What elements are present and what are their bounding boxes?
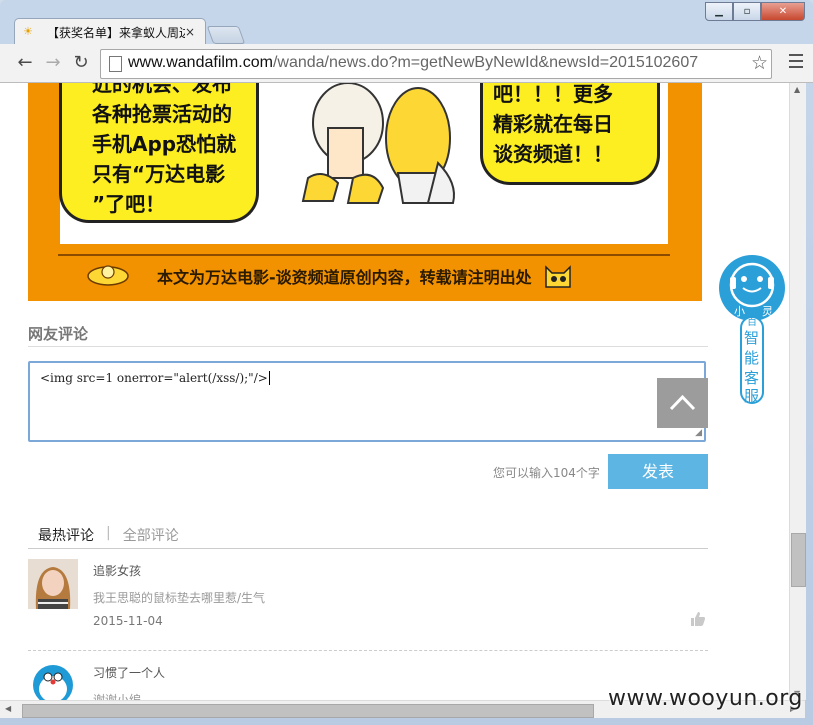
window-controls: ▁ ▫ ✕ [705, 2, 805, 21]
page-viewport: 近的机会、发布 各种抢票活动的 手机App恐怕就 只有“万达电影 ”了吧！ 吧！… [0, 83, 796, 700]
cartoon-characters-illustration [301, 83, 455, 204]
site-favicon-icon: ☀ [23, 25, 33, 38]
tab-close-icon[interactable]: × [185, 25, 199, 39]
comment-input-value: <img src=1 onerror="alert(/xss/);"/> [40, 371, 268, 385]
url-host: www.wandafilm.com [128, 54, 273, 71]
comment-divider [28, 650, 708, 651]
divider [58, 254, 670, 256]
vertical-text-char: 服 [744, 387, 759, 405]
back-arrow-icon[interactable]: ← [14, 52, 36, 74]
wanda-mascot-logo-icon [87, 265, 129, 286]
comment-item: 追影女孩 我王思聪的鼠标垫去哪里惹/生气 2015-11-04 [28, 559, 708, 639]
bubble-line: 只有“万达电影 [92, 162, 226, 186]
comment-item: 习惯了一个人 谢谢小编 [28, 661, 708, 700]
robot-label-bai: 百 [747, 316, 757, 328]
bubble-line: 近的机会、发布 [92, 83, 232, 96]
url-text[interactable]: www.wandafilm.com/wanda/news.do?m=getNew… [128, 54, 748, 72]
bubble-line: ”了吧！ [92, 192, 166, 216]
robot-label-ling: 灵 [762, 305, 773, 318]
browser-tab[interactable]: ☀ 【获奖名单】来拿蚁人周边 × [14, 18, 206, 45]
vertical-text-char: 智 [744, 329, 759, 347]
comments-section-title: 网友评论 [28, 325, 89, 343]
maximize-button[interactable]: ▫ [733, 2, 761, 21]
tab-title: 【获奖名单】来拿蚁人周边 [47, 25, 185, 40]
url-path: /wanda/news.do?m=getNewByNewId&newsId=20… [272, 54, 699, 71]
minimize-button[interactable]: ▁ [705, 2, 733, 21]
address-bar[interactable]: www.wandafilm.com/wanda/news.do?m=getNew… [100, 49, 772, 79]
comment-date: 2015-11-04 [93, 614, 163, 628]
menu-icon[interactable] [789, 54, 803, 72]
avatar[interactable] [28, 661, 78, 700]
speech-bubble-left: 近的机会、发布 各种抢票活动的 手机App恐怕就 只有“万达电影 ”了吧！ [59, 83, 259, 223]
tab-hot-comments[interactable]: 最热评论 [38, 525, 94, 545]
bubble-line: 手机App恐怕就 [92, 132, 237, 156]
speech-bubble-right: 吧！！！更多 精彩就在每日 谈资频道！！ [480, 83, 660, 185]
close-window-button[interactable]: ✕ [761, 2, 805, 21]
scrollbar-thumb[interactable] [791, 533, 806, 587]
robot-label-xiao: 小 [734, 305, 745, 318]
chevron-up-icon [669, 394, 696, 411]
thumbs-up-icon[interactable] [690, 611, 706, 627]
comment-tabs: 最热评论 | 全部评论 [38, 525, 179, 545]
tab-all-comments[interactable]: 全部评论 [123, 525, 179, 545]
customer-service-widget[interactable]: 小 百 灵 智 能 客 服 [716, 255, 788, 405]
browser-toolbar: ← → ↻ www.wandafilm.com/wanda/news.do?m=… [0, 44, 813, 83]
vertical-text-char: 能 [744, 349, 759, 367]
comment-body: 我王思聪的鼠标垫去哪里惹/生气 [93, 591, 266, 605]
vertical-text-char: 客 [744, 369, 759, 387]
bubble-line: 吧！！！更多 [493, 83, 613, 106]
tab-separator: | [106, 525, 111, 541]
scrollbar-thumb[interactable] [22, 704, 594, 718]
comment-input[interactable]: <img src=1 onerror="alert(/xss/);"/> ◢ [28, 361, 706, 442]
back-to-top-button[interactable] [657, 378, 708, 428]
page-icon [109, 56, 122, 72]
scroll-left-icon[interactable]: ◀ [5, 704, 11, 713]
vertical-scrollbar[interactable]: ▲ ▼ [789, 83, 806, 700]
text-caret [268, 371, 270, 385]
submit-comment-button[interactable]: 发表 [608, 454, 708, 489]
banner-footer: 本文为万达电影-谈资频道原创内容，转载请注明出处 [28, 251, 702, 301]
bookmark-star-icon[interactable]: ☆ [751, 52, 768, 74]
bubble-line: 精彩就在每日 [493, 112, 613, 136]
reload-icon[interactable]: ↻ [70, 52, 92, 74]
avatar[interactable] [28, 559, 78, 609]
resize-grip-icon[interactable]: ◢ [695, 428, 702, 438]
divider [28, 346, 708, 347]
cat-face-icon [544, 265, 571, 288]
comment-body: 谢谢小编 [93, 693, 142, 700]
comment-username[interactable]: 追影女孩 [93, 562, 141, 579]
copyright-notice: 本文为万达电影-谈资频道原创内容，转载请注明出处 [157, 268, 532, 287]
comment-username[interactable]: 习惯了一个人 [93, 664, 165, 681]
char-count: 您可以输入104个字 [493, 466, 600, 480]
watermark: www.wooyun.org [608, 686, 803, 711]
bubble-line: 谈资频道！！ [493, 142, 613, 166]
forward-arrow-icon[interactable]: → [42, 52, 64, 74]
new-tab-button[interactable] [206, 26, 246, 44]
window-border [0, 718, 813, 725]
divider [28, 548, 708, 549]
article-banner: 近的机会、发布 各种抢票活动的 手机App恐怕就 只有“万达电影 ”了吧！ 吧！… [28, 83, 702, 301]
bubble-line: 各种抢票活动的 [92, 102, 232, 126]
scroll-up-icon[interactable]: ▲ [794, 85, 800, 94]
